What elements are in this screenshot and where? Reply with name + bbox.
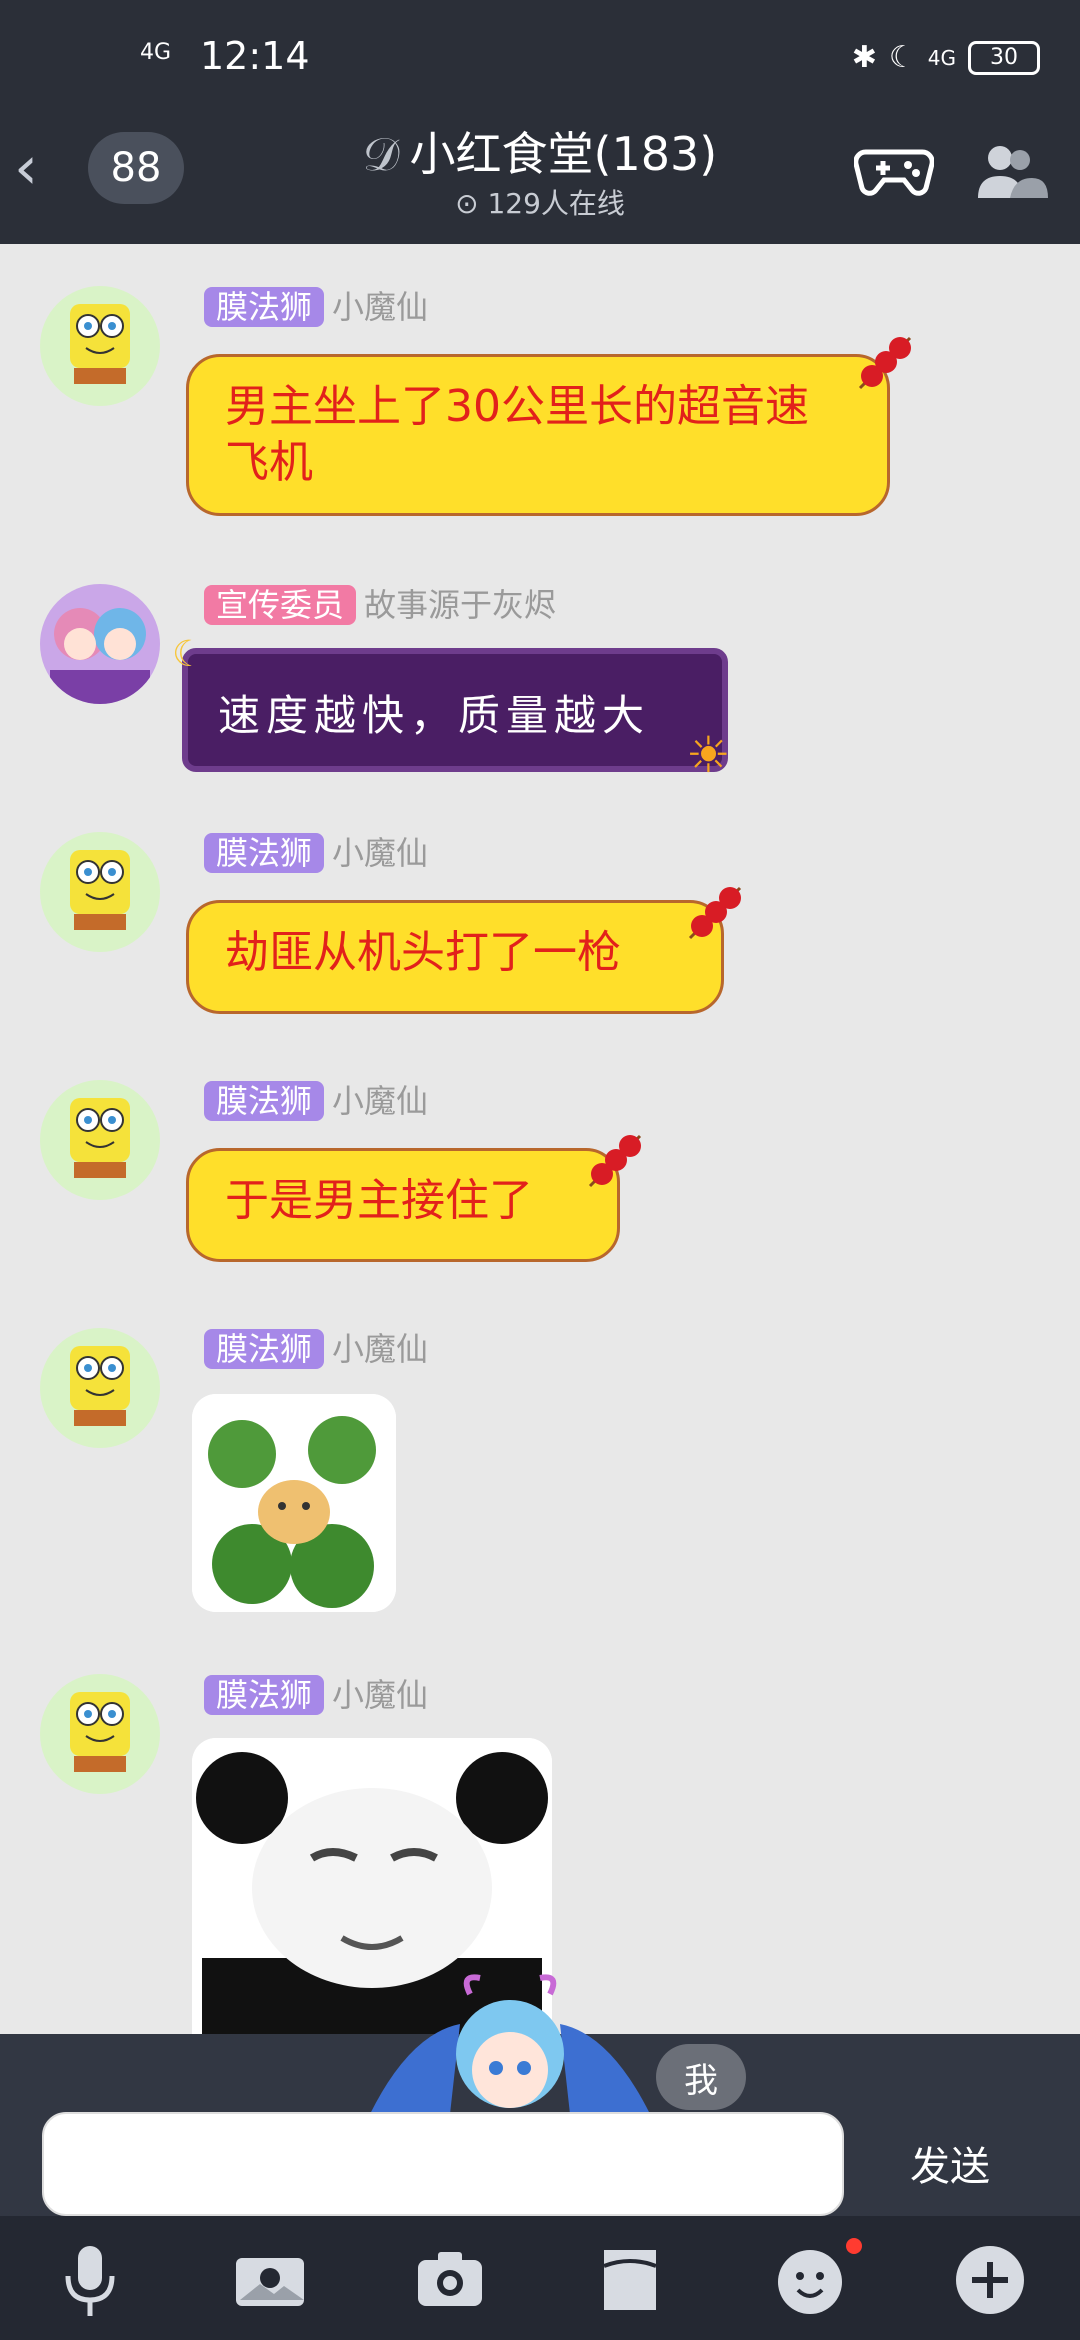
title-badge: 宣传委员 — [204, 585, 357, 625]
sender-line: 膜法狮 小魔仙 — [204, 828, 428, 874]
microphone-icon[interactable] — [50, 2240, 130, 2320]
avatar[interactable] — [40, 286, 160, 406]
me-tag: 我 — [656, 2044, 746, 2110]
image-message[interactable] — [192, 1394, 396, 1612]
avatar[interactable] — [40, 584, 160, 704]
spongebob-avatar-icon — [70, 850, 130, 930]
sender-name: 小魔仙 — [332, 1330, 429, 1368]
sun-decoration-icon: ☀ — [686, 726, 731, 784]
spongebob-avatar-icon — [70, 1346, 130, 1426]
avatar[interactable] — [40, 1674, 160, 1794]
check-circle-icon: ⊙ — [455, 187, 479, 220]
candy-haw-decoration-icon — [688, 886, 742, 940]
message-bubble[interactable]: 男主坐上了30公里长的超音速飞机 — [186, 354, 890, 516]
spongebob-avatar-icon — [70, 1692, 130, 1772]
message-bubble[interactable]: 于是男主接住了 — [186, 1148, 620, 1262]
avatar[interactable] — [40, 1328, 160, 1448]
sender-line: 宣传委员 故事源于灰烬 — [204, 580, 556, 626]
title-badge: 膜法狮 — [204, 833, 325, 873]
broccoli-sticker-image — [192, 1394, 396, 1612]
sender-line: 膜法狮 小魔仙 — [204, 1076, 428, 1122]
battery-indicator: 30 — [968, 40, 1040, 75]
avatar[interactable] — [40, 832, 160, 952]
notification-dot — [846, 2238, 862, 2254]
anime-mascot-decoration — [370, 1974, 650, 2114]
signal-4g-indicator: 4G — [927, 45, 956, 70]
ear-icon: 𝒟 — [362, 127, 400, 181]
plus-icon[interactable] — [950, 2240, 1030, 2320]
candy-haw-decoration-icon — [858, 336, 912, 390]
online-count: 129人在线 — [487, 187, 625, 220]
bottom-toolbar — [0, 2216, 1080, 2340]
clock: 12:14 — [200, 34, 310, 78]
title-badge: 膜法狮 — [204, 287, 325, 327]
bluetooth-icon: ✱ — [851, 40, 877, 75]
gamepad-icon[interactable] — [854, 140, 934, 200]
sender-line: 膜法狮 小魔仙 — [204, 282, 428, 328]
message-input[interactable] — [42, 2112, 844, 2216]
status-icons: ✱ ☾ 4G 30 — [852, 40, 1040, 75]
avatar[interactable] — [40, 1080, 160, 1200]
anime-twins-avatar-icon — [50, 608, 150, 704]
send-button[interactable]: 发送 — [880, 2134, 1020, 2192]
group-members-icon[interactable] — [970, 140, 1050, 200]
file-icon[interactable] — [590, 2240, 670, 2320]
sender-name: 小魔仙 — [332, 834, 429, 872]
sender-name: 故事源于灰烬 — [364, 586, 557, 624]
title-badge: 膜法狮 — [204, 1329, 325, 1369]
emoji-icon[interactable] — [770, 2240, 850, 2320]
chat-header: ‹ 88 𝒟 小红食堂(183) ⊙ 129人在线 — [0, 96, 1080, 246]
signal-indicator: 4G — [140, 40, 172, 65]
camera-icon[interactable] — [410, 2240, 490, 2320]
sender-name: 小魔仙 — [332, 288, 429, 326]
title-badge: 膜法狮 — [204, 1675, 325, 1715]
input-bar: 我 发送 — [0, 1974, 1080, 2216]
title-badge: 膜法狮 — [204, 1081, 325, 1121]
sender-name: 小魔仙 — [332, 1082, 429, 1120]
candy-haw-decoration-icon — [588, 1134, 642, 1188]
moon-icon: ☾ — [888, 40, 916, 75]
moon-decoration-icon: ☾ — [172, 634, 205, 675]
message-bubble[interactable]: 速度越快，质量越大 — [182, 648, 728, 772]
photo-icon[interactable] — [230, 2240, 310, 2320]
chat-message-list[interactable]: 膜法狮 小魔仙 男主坐上了30公里长的超音速飞机 宣传委员 故事源于灰烬 速度越快，… — [0, 244, 1080, 2034]
sender-name: 小魔仙 — [332, 1676, 429, 1714]
group-name: 小红食堂(183) — [409, 127, 718, 181]
spongebob-avatar-icon — [70, 304, 130, 384]
spongebob-avatar-icon — [70, 1098, 130, 1178]
sender-line: 膜法狮 小魔仙 — [204, 1324, 428, 1370]
message-bubble[interactable]: 劫匪从机头打了一枪 — [186, 900, 724, 1014]
sender-line: 膜法狮 小魔仙 — [204, 1670, 428, 1716]
status-bar: 4G 12:14 ✱ ☾ 4G 30 — [0, 0, 1080, 96]
